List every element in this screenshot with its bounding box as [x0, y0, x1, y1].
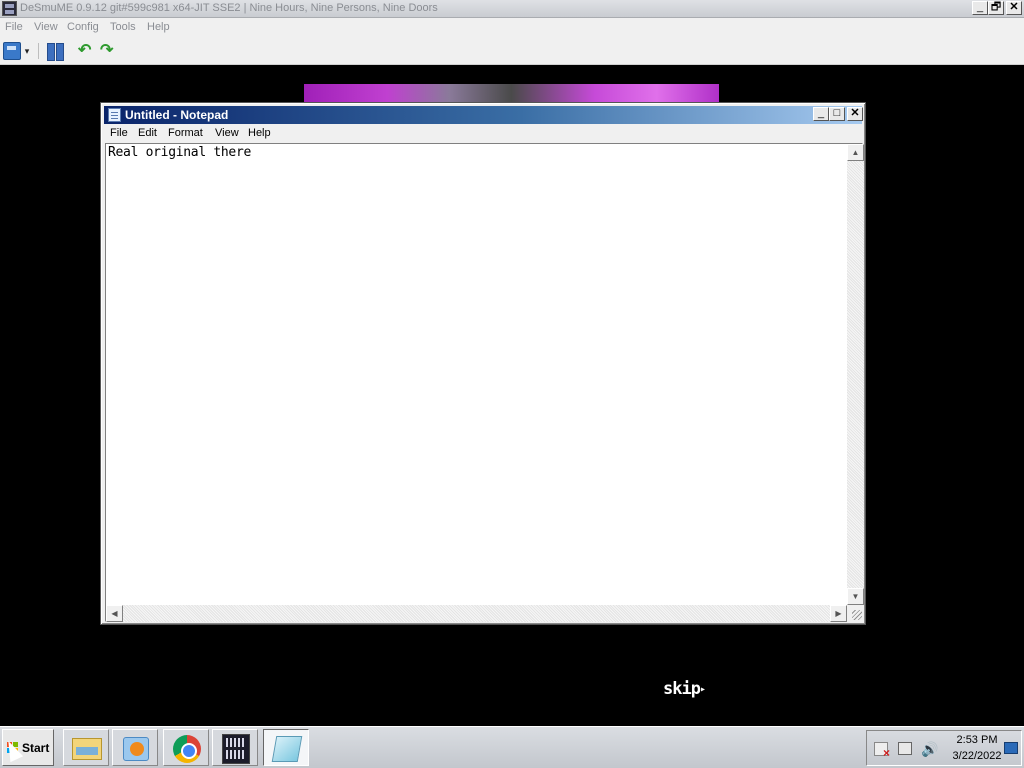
pause-icon[interactable] [46, 42, 64, 61]
desmume-menubar: File View Config Tools Help [0, 18, 1024, 38]
notepad-text-area[interactable]: Real original there ▲ ▼ ◀ ▶ [105, 143, 864, 622]
notepad-close-button[interactable]: ✕ [847, 107, 863, 121]
horizontal-scrollbar[interactable]: ◀ ▶ [106, 605, 847, 622]
clock-time[interactable]: 2:53 PM [953, 734, 1001, 746]
toolbar-separator [38, 43, 39, 59]
desmume-menu-view[interactable]: View [34, 21, 58, 33]
network-icon[interactable] [898, 742, 912, 755]
notepad-text-content[interactable]: Real original there [108, 145, 251, 160]
taskbar: Start 🔊 2:53 PM 3/22/2022 [0, 726, 1024, 768]
desmume-titlebar[interactable]: DeSmuME 0.9.12 git#599c981 x64-JIT SSE2 … [0, 0, 1024, 18]
notepad-icon [271, 736, 303, 762]
resize-grip-icon[interactable] [847, 605, 864, 622]
clock-date[interactable]: 3/22/2022 [947, 750, 1007, 762]
scroll-left-icon[interactable]: ◀ [106, 605, 123, 622]
desmume-menu-tools[interactable]: Tools [110, 21, 136, 33]
vertical-scrollbar[interactable]: ▲ ▼ [847, 144, 864, 605]
desmume-minimize-button[interactable]: _ [972, 1, 988, 15]
taskbar-explorer-button[interactable] [63, 729, 109, 766]
scroll-right-icon[interactable]: ▶ [830, 605, 847, 622]
volume-icon[interactable]: 🔊 [921, 741, 938, 758]
skip-arrow-icon: ▸ [699, 684, 706, 695]
open-rom-dropdown-icon[interactable]: ▾ [22, 42, 32, 60]
desmume-menu-file[interactable]: File [5, 21, 23, 33]
start-label: Start [22, 741, 50, 755]
notepad-menu-format[interactable]: Format [168, 127, 203, 139]
taskbar-media-player-button[interactable] [112, 729, 158, 766]
desmume-toolbar: ▾ ↶ ↷ [0, 38, 1024, 65]
chrome-icon [173, 735, 201, 763]
notepad-menu-file[interactable]: File [110, 127, 128, 139]
taskbar-notepad-button[interactable] [263, 729, 309, 766]
notepad-menubar: File Edit Format View Help [104, 124, 862, 143]
open-rom-icon[interactable] [3, 42, 21, 60]
taskbar-desmume-button[interactable] [212, 729, 258, 766]
scroll-up-icon[interactable]: ▲ [847, 144, 864, 161]
notepad-maximize-button[interactable]: □ [829, 107, 845, 121]
desmume-window-title: DeSmuME 0.9.12 git#599c981 x64-JIT SSE2 … [20, 2, 438, 14]
action-center-flag-icon[interactable] [874, 742, 890, 760]
skip-label: skip [663, 679, 701, 699]
scroll-down-icon[interactable]: ▼ [847, 588, 864, 605]
notepad-minimize-button[interactable]: _ [813, 107, 829, 121]
notepad-window: Untitled - Notepad _ □ ✕ File Edit Forma… [100, 102, 866, 625]
notepad-menu-edit[interactable]: Edit [138, 127, 157, 139]
skip-button[interactable]: skip▸ [663, 679, 706, 699]
desmume-close-button[interactable]: ✕ [1006, 1, 1022, 15]
desmume-menu-help[interactable]: Help [147, 21, 170, 33]
notepad-titlebar[interactable]: Untitled - Notepad _ □ ✕ [104, 106, 863, 124]
notepad-app-icon [108, 108, 121, 122]
desmume-app-icon [2, 1, 17, 16]
desmume-restore-button[interactable]: 🗗 [988, 1, 1004, 15]
notepad-menu-help[interactable]: Help [248, 127, 271, 139]
reset-back-icon[interactable]: ↶ [78, 42, 94, 60]
media-player-icon [123, 737, 149, 761]
reset-forward-icon[interactable]: ↷ [100, 42, 116, 60]
notepad-menu-view[interactable]: View [215, 127, 239, 139]
notepad-window-title: Untitled - Notepad [125, 108, 229, 122]
desmume-menu-config[interactable]: Config [67, 21, 99, 33]
show-desktop-icon[interactable] [1004, 742, 1018, 754]
desmume-icon [222, 734, 250, 764]
file-explorer-icon [72, 738, 102, 760]
system-tray: 🔊 2:53 PM 3/22/2022 [866, 730, 1022, 766]
taskbar-chrome-button[interactable] [163, 729, 209, 766]
